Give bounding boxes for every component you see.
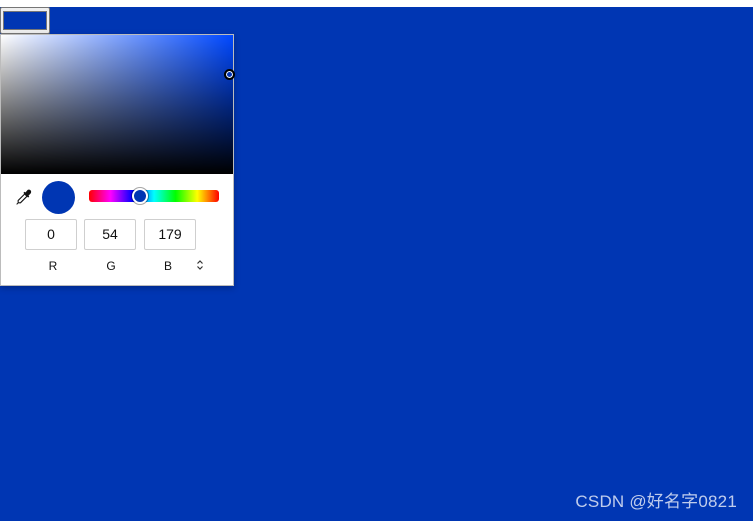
hue-slider-thumb[interactable] [132,188,148,204]
red-label: R [48,259,58,273]
blue-input[interactable]: 179 [144,219,196,250]
red-input[interactable]: 0 [25,219,77,250]
color-input[interactable] [0,7,50,34]
green-input[interactable]: 54 [84,219,136,250]
saturation-handle[interactable] [224,69,235,80]
color-input-swatch [3,11,47,30]
updown-arrows-icon[interactable] [194,258,206,274]
color-preview [42,181,75,214]
watermark: CSDN @好名字0821 [575,492,737,511]
saturation-value-area[interactable] [1,35,235,174]
color-picker-popup: 0 54 179 R G B [0,34,235,286]
rgb-inputs: 0 54 179 [1,218,233,252]
eyedropper-icon[interactable] [13,188,33,208]
hue-slider[interactable] [89,188,219,204]
rgb-labels: R G B [1,259,233,275]
picker-controls-row [1,174,233,218]
blue-label: B [163,259,172,273]
green-label: G [106,259,116,273]
